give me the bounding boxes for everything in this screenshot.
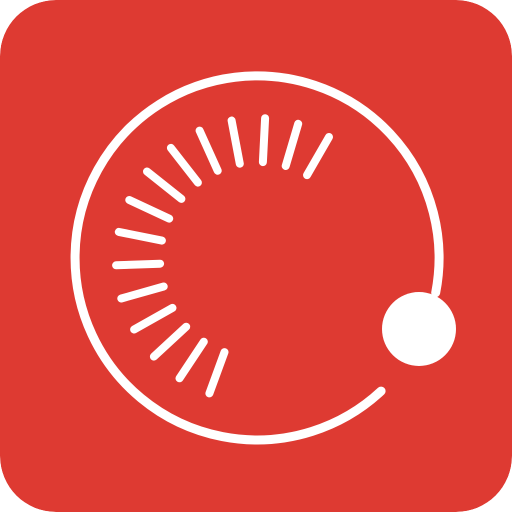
dial-knob-icon [382, 292, 456, 366]
app-icon[interactable] [0, 0, 512, 512]
dial-tick [112, 259, 165, 270]
exposure-dial-icon [0, 0, 512, 512]
dial-tick [258, 114, 270, 167]
